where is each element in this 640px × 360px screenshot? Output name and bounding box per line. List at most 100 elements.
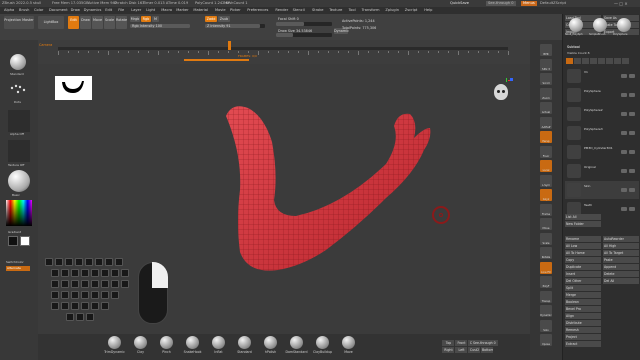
subtool-lock-icon[interactable] <box>629 131 635 135</box>
visibility-toggle-icon[interactable] <box>621 131 627 135</box>
subtool-paste-button[interactable]: Paste <box>603 257 639 263</box>
shelf-dynamic-button[interactable]: Dynamic <box>540 305 552 317</box>
rgb-button[interactable]: Rgb <box>141 16 151 22</box>
shelf-frame-button[interactable]: Frame <box>540 203 552 216</box>
menu-item-preferences[interactable]: Preferences <box>247 7 268 14</box>
shelf-scroll-button[interactable]: Scroll <box>540 73 552 85</box>
window-controls[interactable]: — □ × <box>614 0 628 7</box>
shelf-solo-button[interactable]: Solo <box>540 319 552 332</box>
subtool-item[interactable]: PolySphere2 <box>565 105 639 123</box>
subtool-item[interactable]: PM3D_Cylinder3D1 <box>565 143 639 161</box>
view-top-button[interactable]: Top <box>442 340 454 346</box>
menu-item-alpha[interactable]: Alpha <box>4 7 14 14</box>
view-right-button[interactable]: Right <box>442 347 454 353</box>
quicksave-button[interactable]: QuickSave <box>450 0 469 7</box>
subtool-insert-button[interactable]: Insert <box>565 271 601 277</box>
subtool-distribute-button[interactable]: Distribute <box>565 320 601 326</box>
mrgb-button[interactable]: Mrgb <box>130 16 140 22</box>
subtool-all-to-target-button[interactable]: All To Target <box>603 250 639 256</box>
brush-move-button[interactable] <box>342 336 355 349</box>
scale-button[interactable]: Scale <box>104 16 115 29</box>
menu-item-stencil[interactable]: Stencil <box>293 7 305 14</box>
visibility-toggle-icon[interactable] <box>621 112 627 116</box>
brush-trimdynamic-button[interactable] <box>108 336 121 349</box>
stroke-thumbnail[interactable] <box>8 82 28 98</box>
brush-standard-button[interactable] <box>238 336 251 349</box>
subtool-del-all-button[interactable]: Del All <box>603 278 639 284</box>
default-zscript[interactable]: DefaultZScript <box>540 0 566 7</box>
menus-button[interactable]: Menus <box>521 1 537 6</box>
subtool-lock-icon[interactable] <box>629 150 635 154</box>
subtool-copy-button[interactable]: Copy <box>565 257 601 263</box>
projection-master-button[interactable]: Projection Master <box>4 16 34 29</box>
subtool-delete-button[interactable]: Delete <box>603 271 639 277</box>
subtool-level-button[interactable] <box>590 58 597 64</box>
brush-snakehook-button[interactable] <box>186 336 199 349</box>
subtool-lock-icon[interactable] <box>629 169 635 173</box>
m-button[interactable]: M <box>152 16 159 22</box>
list-all-button[interactable]: List All <box>565 214 601 220</box>
subtool-lock-icon[interactable] <box>629 74 635 78</box>
menu-item-tool[interactable]: Tool <box>349 7 356 14</box>
document-canvas[interactable] <box>38 64 530 334</box>
seethrough-slider-bottom[interactable]: See-through 0 <box>472 340 498 346</box>
menu-item-macro[interactable]: Macro <box>161 7 172 14</box>
brush-hpolish-button[interactable] <box>264 336 277 349</box>
menu-item-edit[interactable]: Edit <box>105 7 112 14</box>
focal-shift-slider[interactable] <box>276 22 332 26</box>
new-folder-button[interactable]: New Folder <box>565 221 601 227</box>
subtool-extract-button[interactable]: Extract <box>565 341 601 347</box>
menu-item-marker[interactable]: Marker <box>176 7 188 14</box>
menu-item-file[interactable]: File <box>118 7 124 14</box>
draw-button[interactable]: Draw <box>80 16 91 29</box>
shelf-zoom-button[interactable]: Zoom <box>540 87 552 100</box>
shelf-actual-button[interactable]: Actual <box>540 102 552 114</box>
subtool-level-button[interactable] <box>582 58 589 64</box>
visibility-toggle-icon[interactable] <box>621 207 627 211</box>
subtool-all-to-home-button[interactable]: All To Home <box>565 250 601 256</box>
menu-item-texture[interactable]: Texture <box>329 7 342 14</box>
subtool-autoreorder-button[interactable]: AutoReorder <box>603 236 639 242</box>
menu-item-brush[interactable]: Brush <box>19 7 29 14</box>
subtool-item[interactable]: V1 <box>565 67 639 85</box>
visibility-toggle-icon[interactable] <box>621 93 627 97</box>
subtool-lock-icon[interactable] <box>629 112 635 116</box>
subtool-item[interactable]: Skin <box>565 181 639 199</box>
zsub-button[interactable]: Zsub <box>218 16 230 22</box>
subtool-append-button[interactable]: Append <box>603 264 639 270</box>
shelf-move-button[interactable]: Move <box>540 218 552 230</box>
menu-item-dynamics[interactable]: Dynamics <box>84 7 102 14</box>
subtool-remesh-button[interactable]: Remesh <box>565 327 601 333</box>
brush-pinch-button[interactable] <box>160 336 173 349</box>
subtool-lock-icon[interactable] <box>629 188 635 192</box>
material-thumbnail[interactable] <box>8 170 30 192</box>
navigation-gizmo[interactable] <box>490 78 514 102</box>
brush-damstandard-button[interactable] <box>290 336 303 349</box>
subtool-project-button[interactable]: Project <box>565 334 601 340</box>
menu-item-help[interactable]: Help <box>424 7 432 14</box>
brush-inflat-button[interactable] <box>212 336 225 349</box>
menu-item-color[interactable]: Color <box>34 7 43 14</box>
subtool-all-high-button[interactable]: All High <box>603 243 639 249</box>
menu-item-zplugin[interactable]: Zplugin <box>385 7 399 14</box>
shelf-polyf-button[interactable]: PolyF <box>540 276 552 288</box>
rotate-button[interactable]: Rotate <box>116 16 127 29</box>
subtool-merge-button[interactable]: Merge <box>565 292 601 298</box>
tool-thumbnail[interactable] <box>617 18 631 32</box>
view-left-button[interactable]: Left <box>455 347 467 353</box>
shelf-floor-button[interactable]: Floor <box>540 145 552 158</box>
zadd-button[interactable]: Zadd <box>205 16 217 22</box>
color-picker[interactable] <box>6 200 32 226</box>
move-button[interactable]: Move <box>92 16 103 29</box>
menu-item-layer[interactable]: Layer <box>131 7 141 14</box>
menu-item-picker[interactable]: Picker <box>230 7 241 14</box>
brush-claybuildup-button[interactable] <box>316 336 329 349</box>
alternate-button[interactable]: Alternate <box>6 266 30 271</box>
subtool-rename-button[interactable]: Rename <box>565 236 601 242</box>
timeline-cursor[interactable] <box>228 41 231 50</box>
subtool-level-button[interactable] <box>614 58 621 64</box>
menu-item-material[interactable]: Material <box>193 7 208 14</box>
shelf-xpose-button[interactable]: Xpose <box>540 334 552 346</box>
visibility-toggle-icon[interactable] <box>621 188 627 192</box>
timeline-track[interactable] <box>58 47 508 50</box>
